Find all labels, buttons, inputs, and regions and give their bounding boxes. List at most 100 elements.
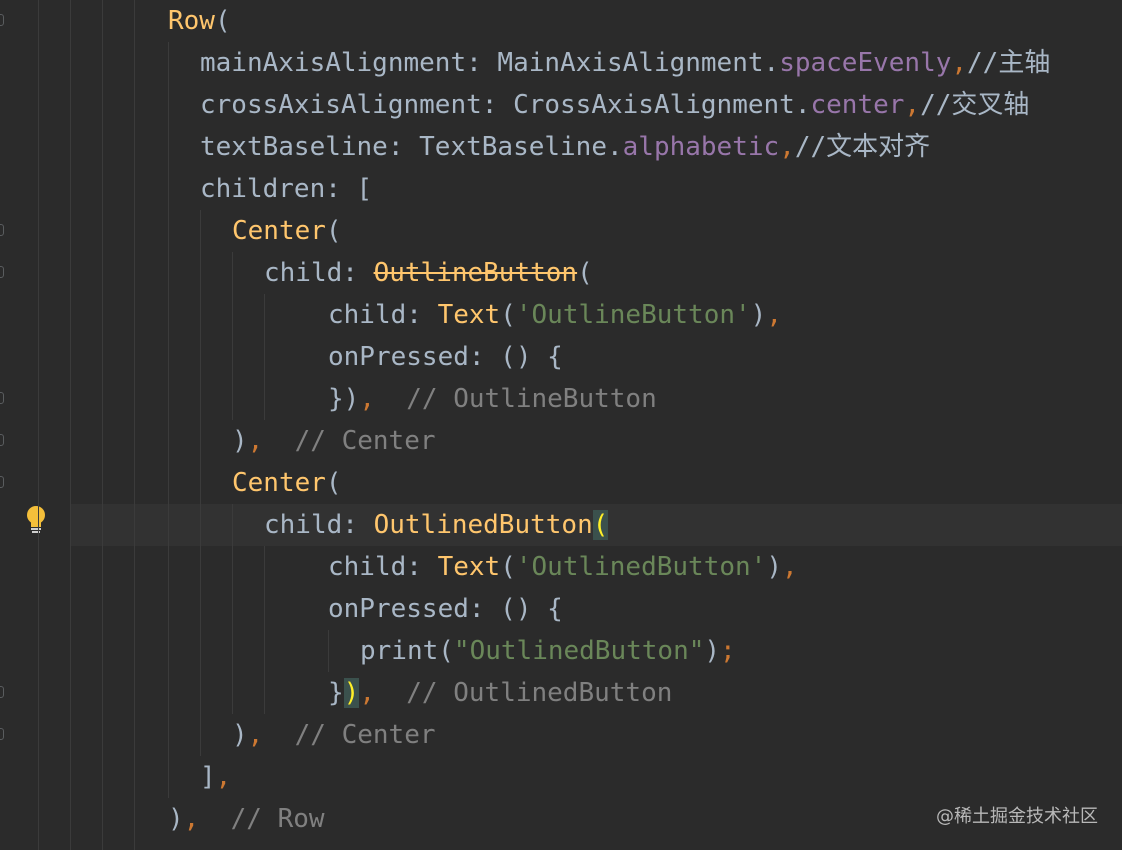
token: Center [232,216,326,246]
fold-marker-icon[interactable] [0,434,4,446]
token: ) [704,636,721,666]
token: } [328,678,344,708]
code-line-10[interactable]: }), // OutlineButton [328,378,657,420]
token: , [766,300,782,330]
comment: // Row [199,804,325,834]
token: , [904,90,921,120]
token: child: [328,300,438,330]
token: textBaseline: TextBaseline. [200,132,623,162]
code-line-18[interactable]: ), // Center [232,714,436,756]
code-line-1[interactable]: Row( [168,0,231,42]
indent-guide [134,0,135,850]
token: onPressed: () { [328,594,563,624]
intention-bulb-icon[interactable] [24,505,48,535]
token: , [247,426,264,456]
fold-marker-icon[interactable] [0,728,4,740]
token: , [215,762,232,792]
token: , [183,804,200,834]
deprecated-token: OutlineButton [373,258,578,288]
fold-marker-icon[interactable] [0,266,4,278]
token: , [781,552,798,582]
indent-guide [328,630,329,672]
fold-marker-icon[interactable] [0,14,4,26]
token: child: [264,258,374,288]
token: child: [264,510,374,540]
token: print( [360,636,454,666]
code-line-11[interactable]: ), // Center [232,420,436,462]
token: Text [437,300,501,330]
matched-brace: ( [592,510,609,540]
code-line-7[interactable]: child: OutlineButton( [264,252,593,294]
token: ) [766,552,782,582]
fold-marker-icon[interactable] [0,392,4,404]
matched-brace: ) [343,678,360,708]
comment: // Center [263,426,436,456]
code-line-9[interactable]: onPressed: () { [328,336,563,378]
token: ) [168,804,184,834]
indent-guide [168,42,169,798]
code-line-4[interactable]: textBaseline: TextBaseline.alphabetic,//… [200,126,930,168]
token: spaceEvenly [779,48,952,78]
comment: //主轴 [967,48,1051,78]
code-editor[interactable]: Row( mainAxisAlignment: MainAxisAlignmen… [0,0,1122,850]
code-line-3[interactable]: crossAxisAlignment: CrossAxisAlignment.c… [200,84,1029,126]
token: ) [232,720,248,750]
token: , [359,678,375,708]
indent-guide [38,0,39,850]
token: Center [232,468,326,498]
comment: //文本对齐 [794,132,931,162]
indent-guide [70,0,71,850]
token: ) [232,426,248,456]
string-token: 'OutlinedButton' [515,552,767,582]
token: ; [720,636,736,666]
token: ( [500,552,516,582]
token: }) [328,384,360,414]
token: children: [ [200,174,373,204]
string-token: "OutlinedButton" [453,636,705,666]
token: ( [325,468,342,498]
code-line-16[interactable]: print("OutlinedButton"); [360,630,736,672]
code-line-17[interactable]: }), // OutlinedButton [328,672,672,714]
code-line-14[interactable]: child: Text('OutlinedButton'), [328,546,798,588]
fold-marker-icon[interactable] [0,224,4,236]
token: crossAxisAlignment: CrossAxisAlignment. [200,90,811,120]
code-line-13[interactable]: child: OutlinedButton( [264,504,609,546]
code-line-2[interactable]: mainAxisAlignment: MainAxisAlignment.spa… [200,42,1050,84]
comment: // OutlinedButton [374,678,673,708]
token: Row [168,6,215,36]
code-line-12[interactable]: Center( [232,462,342,504]
fold-marker-icon[interactable] [0,476,4,488]
indent-guide [264,294,265,420]
string-token: 'OutlineButton' [515,300,751,330]
comment: // OutlineButton [374,384,657,414]
token: , [359,384,375,414]
indent-guide [264,546,265,714]
token: mainAxisAlignment: MainAxisAlignment. [200,48,780,78]
token: , [951,48,968,78]
token: ( [577,258,593,288]
token: child: [328,552,438,582]
code-line-6[interactable]: Center( [232,210,342,252]
token: center [810,90,905,120]
indent-guide [232,504,233,714]
token: ( [325,216,342,246]
token: ] [200,762,216,792]
token: OutlinedButton [373,510,593,540]
token: Text [437,552,501,582]
fold-marker-icon[interactable] [0,686,4,698]
code-line-19[interactable]: ], [200,756,231,798]
code-line-15[interactable]: onPressed: () { [328,588,563,630]
token: onPressed: () { [328,342,563,372]
token: ) [750,300,767,330]
token: , [779,132,795,162]
token: alphabetic [622,132,780,162]
indent-guide [232,252,233,420]
code-line-8[interactable]: child: Text('OutlineButton'), [328,294,782,336]
editor-gutter[interactable] [0,0,70,850]
watermark: @稀土掘金技术社区 [936,806,1098,827]
code-line-20[interactable]: ), // Row [168,798,325,840]
code-line-5[interactable]: children: [ [200,168,372,210]
token: ( [214,6,231,36]
comment: // Center [263,720,436,750]
token: , [247,720,264,750]
